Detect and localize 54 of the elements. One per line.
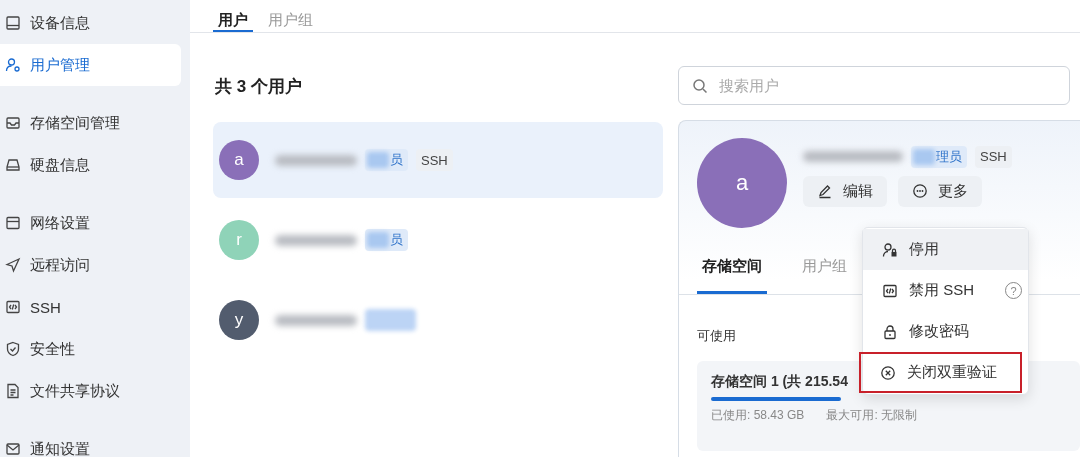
document-icon [5, 383, 21, 399]
more-icon [912, 183, 928, 199]
sidebar-item[interactable]: 文件共享协议 [0, 370, 181, 412]
mail-icon [5, 441, 21, 457]
shield-icon [5, 341, 21, 357]
menu-item[interactable]: 停用 [863, 229, 1028, 270]
ssh-tag: SSH [975, 145, 1012, 168]
lock-icon [882, 323, 898, 340]
sidebar-item[interactable]: 存储空间管理 [0, 102, 181, 144]
tab[interactable]: 用户 [213, 0, 253, 32]
user-lock-icon [882, 241, 898, 258]
user-count: 共 3 个用户 [215, 75, 303, 98]
sidebar-item[interactable]: SSH [0, 286, 181, 328]
user-row[interactable]: y [213, 282, 663, 358]
code-icon [882, 282, 898, 299]
send-icon [5, 257, 21, 273]
menu-item[interactable]: 关闭双重验证 [859, 352, 1022, 393]
menu-item[interactable]: 禁用 SSH ? [863, 270, 1028, 311]
edit-button[interactable]: 编辑 [803, 175, 887, 207]
avatar: a [697, 138, 787, 228]
user-gear-icon [5, 57, 21, 73]
drive-icon [5, 157, 21, 173]
avatar: y [219, 300, 259, 340]
tab[interactable]: 存储空间 [697, 257, 767, 294]
monitor-icon [5, 15, 21, 31]
code-icon [5, 299, 21, 315]
sidebar-item[interactable]: 设备信息 [0, 2, 181, 44]
avatar: a [219, 140, 259, 180]
close-circle-icon [880, 364, 896, 381]
sidebar-item[interactable]: 通知设置 [0, 428, 181, 457]
tray-icon [5, 115, 21, 131]
avatar: r [219, 220, 259, 260]
ssh-tag: SSH [416, 149, 453, 171]
sidebar-item[interactable]: 硬盘信息 [0, 144, 181, 186]
more-button[interactable]: 更多 [898, 175, 982, 207]
max-label: 最大可用: 无限制 [826, 407, 918, 424]
role-tag: 员 [365, 149, 408, 171]
storage-title: 存储空间 1 (共 215.54 [711, 373, 849, 391]
used-label: 已使用: 58.43 GB [711, 407, 805, 424]
sidebar-item[interactable]: 安全性 [0, 328, 181, 370]
window-icon [5, 215, 21, 231]
sidebar-item[interactable]: 用户管理 [0, 44, 181, 86]
user-row[interactable]: a 员 SSH [213, 122, 663, 198]
user-row[interactable]: r 员 [213, 202, 663, 278]
search-icon [692, 78, 708, 94]
role-tag: 员 [365, 229, 408, 251]
menu-item[interactable]: 修改密码 [863, 311, 1028, 352]
sidebar-item[interactable]: 网络设置 [0, 202, 181, 244]
redacted-tag [365, 309, 416, 331]
pencil-icon [817, 183, 833, 199]
section-label: 可使用 [697, 327, 736, 345]
sidebar-item[interactable]: 远程访问 [0, 244, 181, 286]
role-tag: 理员 [911, 145, 967, 168]
search-field[interactable]: 搜索用户 [678, 66, 1070, 105]
